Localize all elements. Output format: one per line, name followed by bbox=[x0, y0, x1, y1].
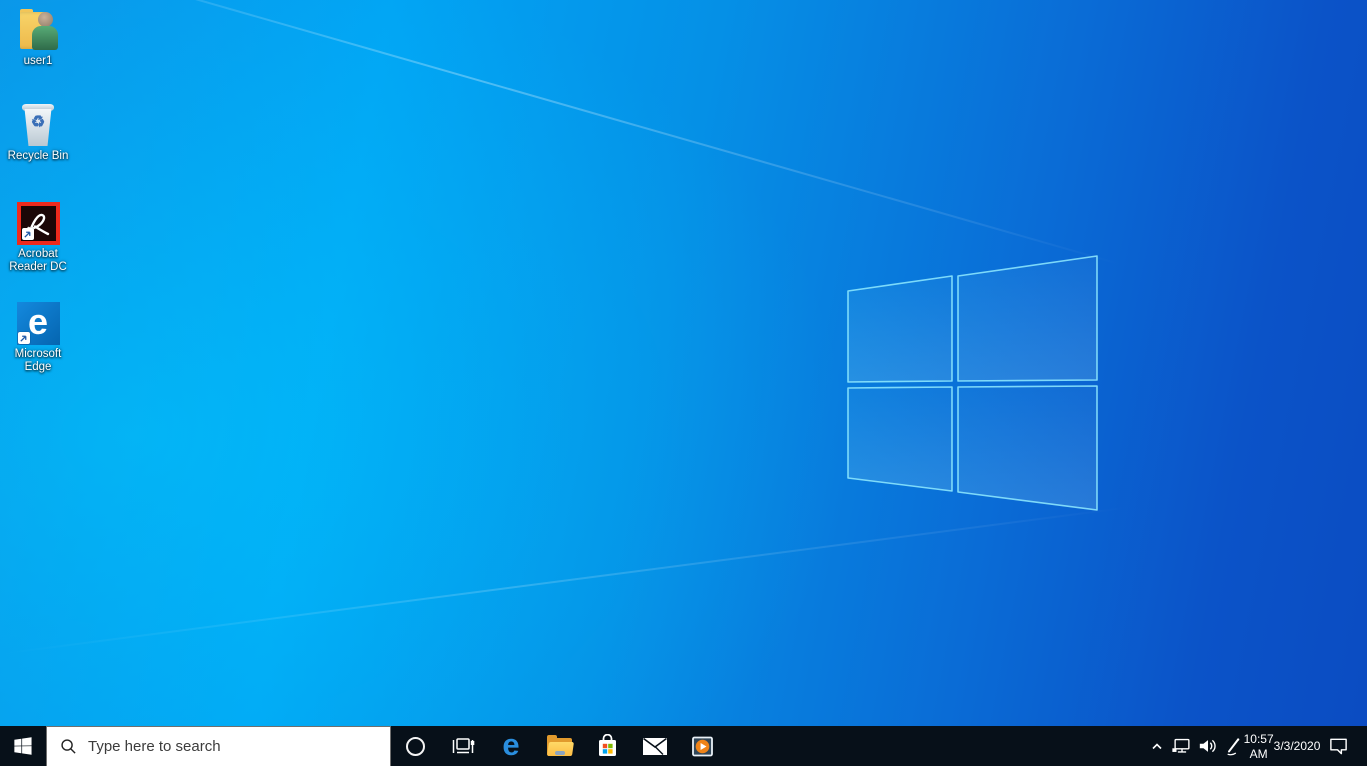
taskbar: e bbox=[0, 726, 1367, 766]
system-tray: 10:57 AM 3/3/2020 bbox=[1145, 726, 1367, 766]
tray-clock[interactable]: 10:57 AM 3/3/2020 bbox=[1243, 726, 1321, 766]
pen-icon bbox=[1227, 738, 1240, 756]
light-ray bbox=[0, 506, 1126, 655]
light-ray bbox=[0, 0, 1120, 266]
cortana-ring-icon bbox=[405, 736, 425, 756]
clock-time: 10:57 AM bbox=[1243, 731, 1274, 761]
desktop-icon-edge[interactable]: e Microsoft Edge bbox=[0, 299, 76, 374]
tray-action-center[interactable] bbox=[1317, 726, 1359, 766]
taskbar-app-store[interactable] bbox=[583, 726, 631, 766]
tray-network[interactable] bbox=[1169, 726, 1195, 766]
task-view-icon bbox=[452, 738, 475, 754]
desktop-icon-recycle-bin[interactable]: ♻ Recycle Bin bbox=[0, 101, 76, 163]
envelope-icon bbox=[643, 737, 667, 755]
taskbar-app-file-explorer[interactable] bbox=[535, 726, 583, 766]
desktop-wallpaper: user1 ♻ Recycle Bin Acrobat Reader DC e … bbox=[0, 0, 1367, 726]
action-center-icon bbox=[1329, 738, 1347, 755]
user-folder-icon bbox=[16, 8, 60, 52]
taskbar-search[interactable] bbox=[46, 726, 391, 766]
network-icon bbox=[1172, 738, 1190, 753]
folder-icon bbox=[546, 735, 574, 756]
store-bag-icon bbox=[598, 733, 616, 756]
shortcut-arrow-icon bbox=[21, 228, 34, 240]
tray-show-hidden-icons[interactable] bbox=[1145, 726, 1169, 766]
desktop-icon-label: Acrobat Reader DC bbox=[9, 248, 67, 273]
windows-desktop: user1 ♻ Recycle Bin Acrobat Reader DC e … bbox=[0, 0, 1367, 766]
taskbar-app-mail[interactable] bbox=[631, 726, 679, 766]
desktop-icon-user1[interactable]: user1 bbox=[0, 6, 76, 68]
desktop-icon-acrobat[interactable]: Acrobat Reader DC bbox=[0, 199, 76, 274]
recycle-bin-icon: ♻ bbox=[16, 101, 60, 147]
taskbar-app-task-view[interactable] bbox=[439, 726, 487, 766]
acrobat-icon bbox=[16, 202, 60, 245]
edge-e-icon: e bbox=[502, 726, 520, 762]
start-button[interactable] bbox=[0, 726, 46, 766]
volume-icon bbox=[1199, 739, 1216, 753]
edge-e-icon: e bbox=[16, 302, 60, 345]
windows-wallpaper-logo bbox=[847, 255, 1098, 511]
taskbar-empty-area bbox=[727, 726, 1145, 766]
search-input[interactable] bbox=[88, 738, 390, 755]
desktop-icon-label: user1 bbox=[23, 55, 53, 67]
windows-logo-icon bbox=[14, 737, 32, 755]
magnifier-icon bbox=[61, 739, 76, 754]
taskbar-app-media-player[interactable] bbox=[679, 726, 727, 766]
clock-date: 3/3/2020 bbox=[1273, 739, 1321, 753]
shortcut-arrow-icon bbox=[17, 332, 30, 344]
play-circle-icon bbox=[692, 736, 713, 756]
desktop-icon-label: Recycle Bin bbox=[7, 150, 69, 162]
desktop-icon-label: Microsoft Edge bbox=[14, 348, 62, 373]
chevron-up-icon bbox=[1152, 743, 1162, 750]
taskbar-app-edge[interactable]: e bbox=[487, 726, 535, 766]
tray-volume[interactable] bbox=[1195, 726, 1221, 766]
taskbar-app-cortana[interactable] bbox=[391, 726, 439, 766]
